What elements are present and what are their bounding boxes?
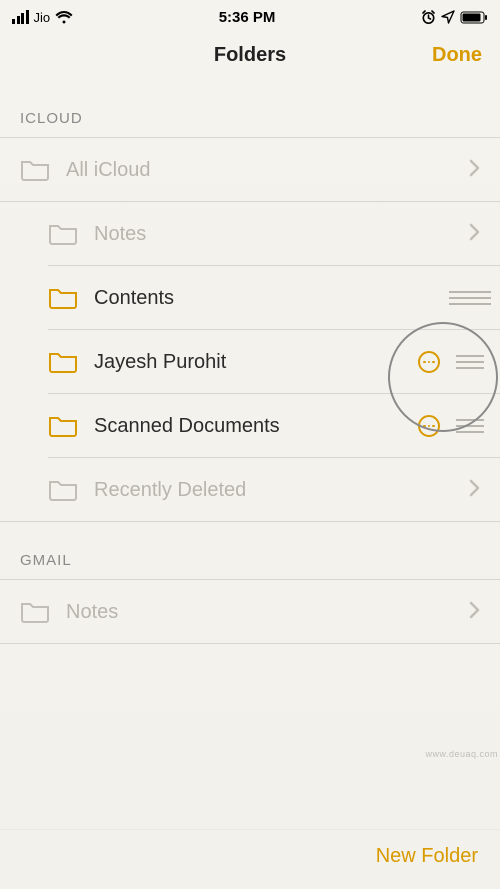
- folder-label: Contents: [94, 287, 456, 310]
- carrier-label: Jio: [34, 10, 51, 25]
- watermark: www.deuaq.com: [425, 749, 498, 759]
- folder-icon: [20, 600, 50, 624]
- section-header-gmail: GMAIL: [0, 522, 500, 580]
- folder-list-container: ICLOUD All iCloud Notes: [0, 80, 500, 829]
- folder-label: Recently Deleted: [94, 479, 464, 502]
- drag-handle-icon[interactable]: [456, 419, 484, 433]
- location-icon: [441, 10, 455, 24]
- folder-icon: [48, 350, 78, 374]
- section-header-icloud: ICLOUD: [0, 80, 500, 138]
- folder-row-scanned[interactable]: Scanned Documents: [0, 394, 500, 458]
- folder-label: Notes: [66, 601, 464, 624]
- bottom-toolbar: New Folder: [0, 829, 500, 889]
- clock: 5:36 PM: [219, 9, 276, 26]
- status-bar: Jio 5:36 PM: [0, 0, 500, 30]
- more-options-icon[interactable]: [418, 415, 440, 437]
- status-left: Jio: [12, 10, 73, 25]
- folder-icon: [48, 414, 78, 438]
- status-right: [421, 10, 488, 25]
- alarm-icon: [421, 10, 436, 25]
- icloud-folder-list: All iCloud Notes Con: [0, 138, 500, 522]
- folder-label: Scanned Documents: [94, 415, 418, 438]
- folder-row-notes-gmail[interactable]: Notes: [0, 580, 500, 644]
- folder-row-all-icloud[interactable]: All iCloud: [0, 138, 500, 202]
- chevron-right-icon: [464, 220, 484, 248]
- folder-row-notes-icloud[interactable]: Notes: [0, 202, 500, 266]
- folder-icon: [48, 478, 78, 502]
- new-folder-button[interactable]: New Folder: [376, 845, 478, 868]
- folder-row-jayesh[interactable]: Jayesh Purohit: [0, 330, 500, 394]
- chevron-right-icon: [464, 156, 484, 184]
- page-title: Folders: [214, 44, 286, 67]
- folder-row-recently-deleted[interactable]: Recently Deleted: [0, 458, 500, 522]
- drag-handle-icon[interactable]: [456, 291, 484, 305]
- cellular-signal-icon: [12, 10, 29, 24]
- folder-icon: [48, 222, 78, 246]
- folder-label: Notes: [94, 223, 464, 246]
- folder-icon: [48, 286, 78, 310]
- folder-icon: [20, 158, 50, 182]
- battery-icon: [460, 11, 488, 24]
- gmail-folder-list: Notes: [0, 580, 500, 644]
- chevron-right-icon: [464, 476, 484, 504]
- folder-label: All iCloud: [66, 159, 464, 182]
- wifi-icon: [55, 11, 73, 24]
- nav-bar: Folders Done: [0, 30, 500, 80]
- drag-handle-icon[interactable]: [456, 355, 484, 369]
- chevron-right-icon: [464, 598, 484, 626]
- folder-label: Jayesh Purohit: [94, 351, 418, 374]
- folder-row-contents[interactable]: Contents: [0, 266, 500, 330]
- done-button[interactable]: Done: [432, 44, 482, 67]
- notes-folders-screen: Jio 5:36 PM Folders Done ICLOUD: [0, 0, 500, 889]
- more-options-icon[interactable]: [418, 351, 440, 373]
